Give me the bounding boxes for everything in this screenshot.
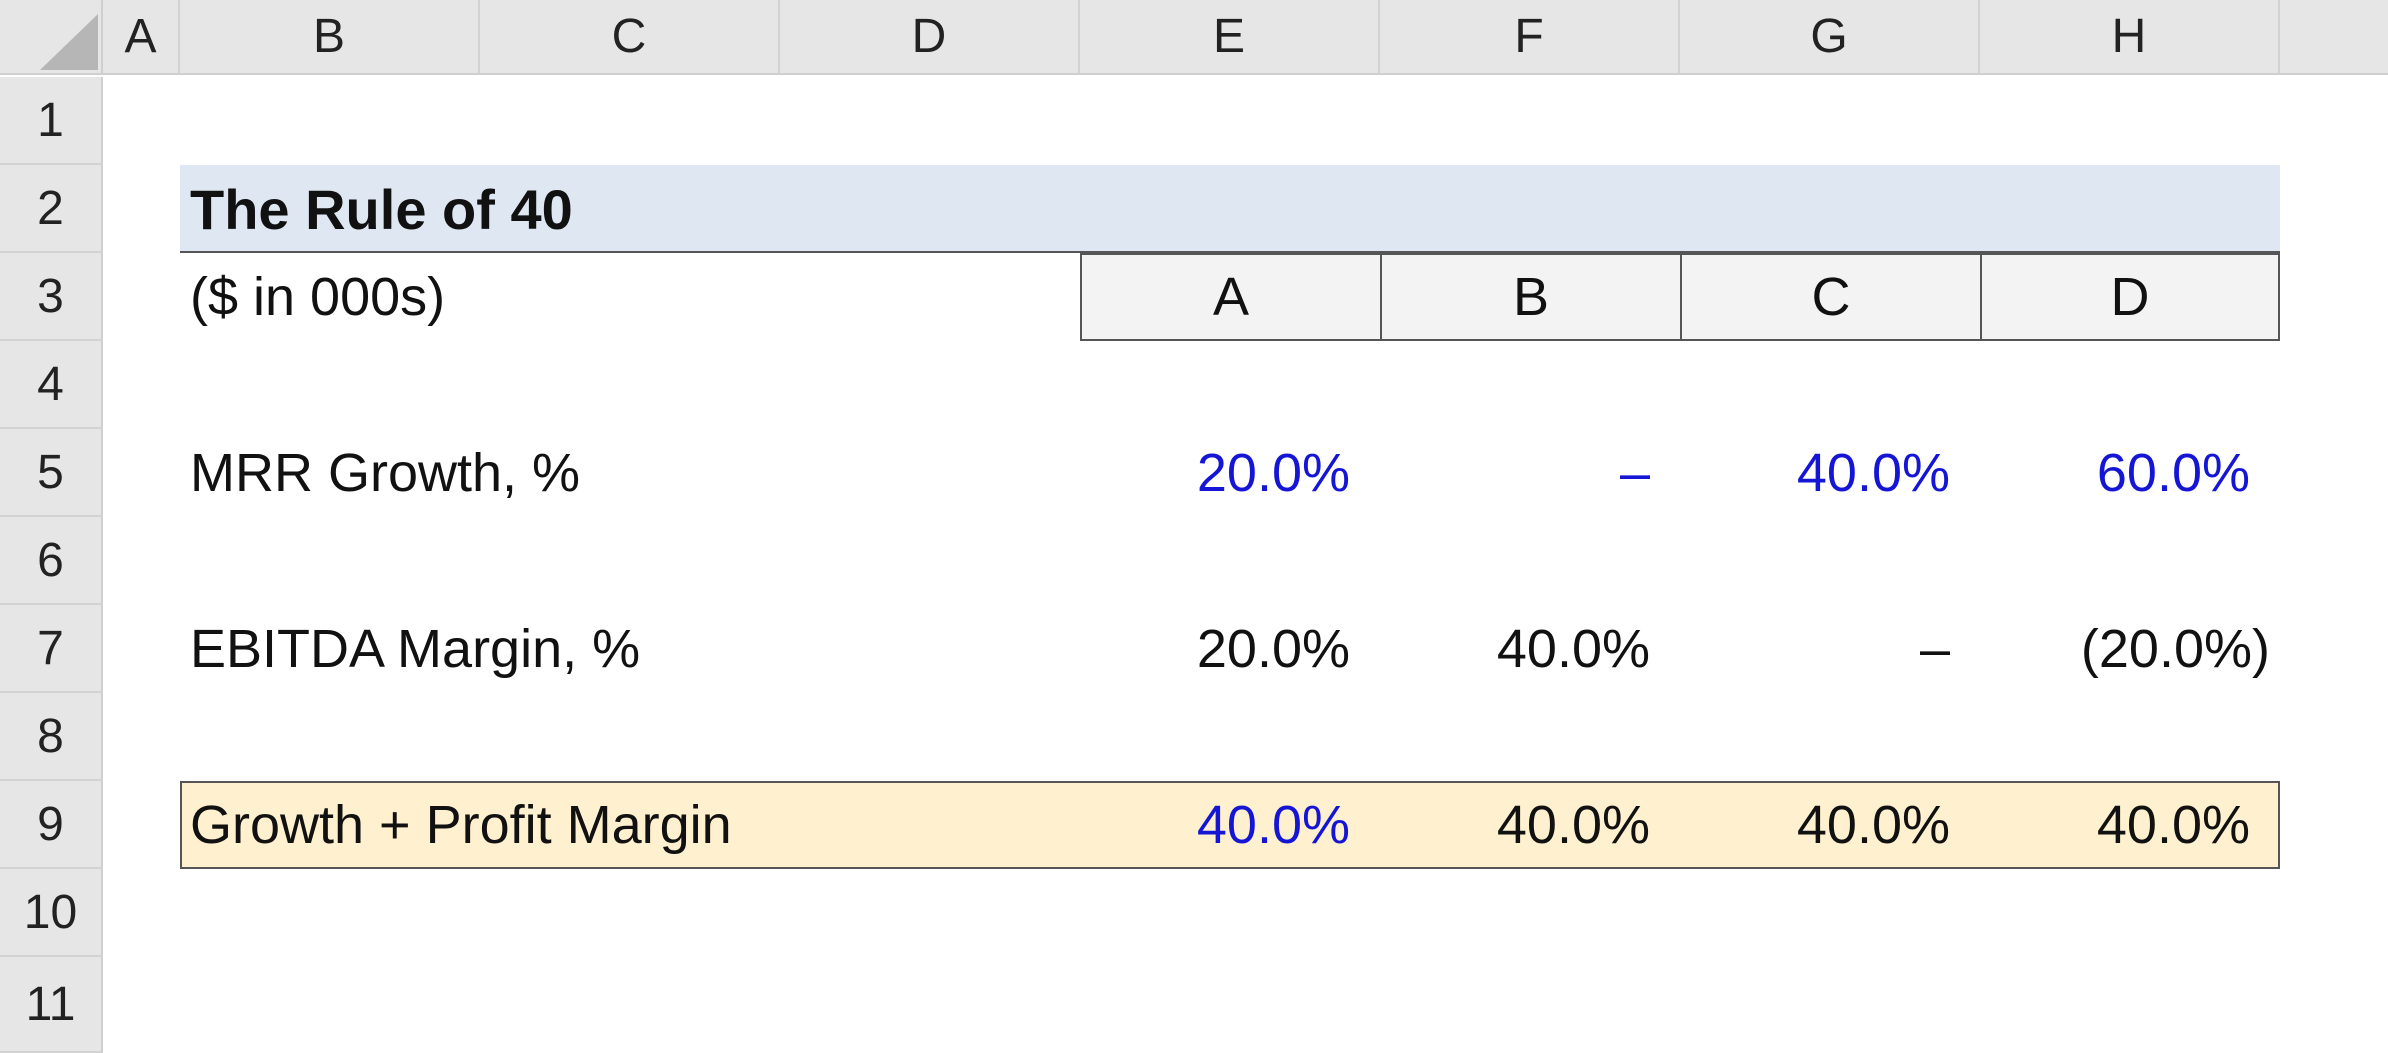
row-header-8[interactable]: 8 (0, 693, 103, 781)
column-header-f[interactable]: F (1380, 0, 1680, 75)
mrr-growth-a[interactable]: 20.0% (1080, 429, 1350, 517)
mrr-growth-label[interactable]: MRR Growth, % (190, 429, 580, 517)
row-header-9[interactable]: 9 (0, 781, 103, 869)
rule-of-40-d[interactable]: 40.0% (1980, 781, 2250, 869)
select-all-corner[interactable] (0, 0, 103, 75)
row-header-6[interactable]: 6 (0, 517, 103, 605)
ebitda-margin-b[interactable]: 40.0% (1380, 605, 1650, 693)
units-label: ($ in 000s) (190, 267, 446, 327)
rule-of-40-a[interactable]: 40.0% (1080, 781, 1350, 869)
company-header-a[interactable]: A (1080, 253, 1382, 341)
mrr-growth-c[interactable]: 40.0% (1680, 429, 1950, 517)
column-header-h[interactable]: H (1980, 0, 2280, 75)
ebitda-margin-a[interactable]: 20.0% (1080, 605, 1350, 693)
rule-of-40-label[interactable]: Growth + Profit Margin (190, 781, 732, 869)
row-header-4[interactable]: 4 (0, 341, 103, 429)
company-header-b[interactable]: B (1380, 253, 1682, 341)
row-header-5[interactable]: 5 (0, 429, 103, 517)
row-header-1[interactable]: 1 (0, 77, 103, 165)
rule-of-40-b[interactable]: 40.0% (1380, 781, 1650, 869)
row-header-3[interactable]: 3 (0, 253, 103, 341)
column-header-g[interactable]: G (1680, 0, 1980, 75)
ebitda-margin-label[interactable]: EBITDA Margin, % (190, 605, 640, 693)
select-all-triangle-icon (40, 14, 98, 70)
row-header-11[interactable]: 11 (0, 957, 103, 1053)
column-header-blank (2280, 0, 2388, 75)
ebitda-margin-c[interactable]: – (1680, 605, 1950, 693)
rule-of-40-c[interactable]: 40.0% (1680, 781, 1950, 869)
company-header-c[interactable]: C (1680, 253, 1982, 341)
mrr-growth-d[interactable]: 60.0% (1980, 429, 2250, 517)
company-header-d[interactable]: D (1980, 253, 2280, 341)
row-header-7[interactable]: 7 (0, 605, 103, 693)
row-header-10[interactable]: 10 (0, 869, 103, 957)
column-header-b[interactable]: B (180, 0, 480, 75)
mrr-growth-b[interactable]: – (1380, 429, 1650, 517)
column-header-a[interactable]: A (103, 0, 180, 75)
ebitda-margin-d[interactable]: (20.0%) (1980, 605, 2270, 693)
column-header-d[interactable]: D (780, 0, 1080, 75)
sheet-title: The Rule of 40 (190, 177, 573, 241)
row-header-2[interactable]: 2 (0, 165, 103, 253)
column-header-c[interactable]: C (480, 0, 780, 75)
column-header-e[interactable]: E (1080, 0, 1380, 75)
